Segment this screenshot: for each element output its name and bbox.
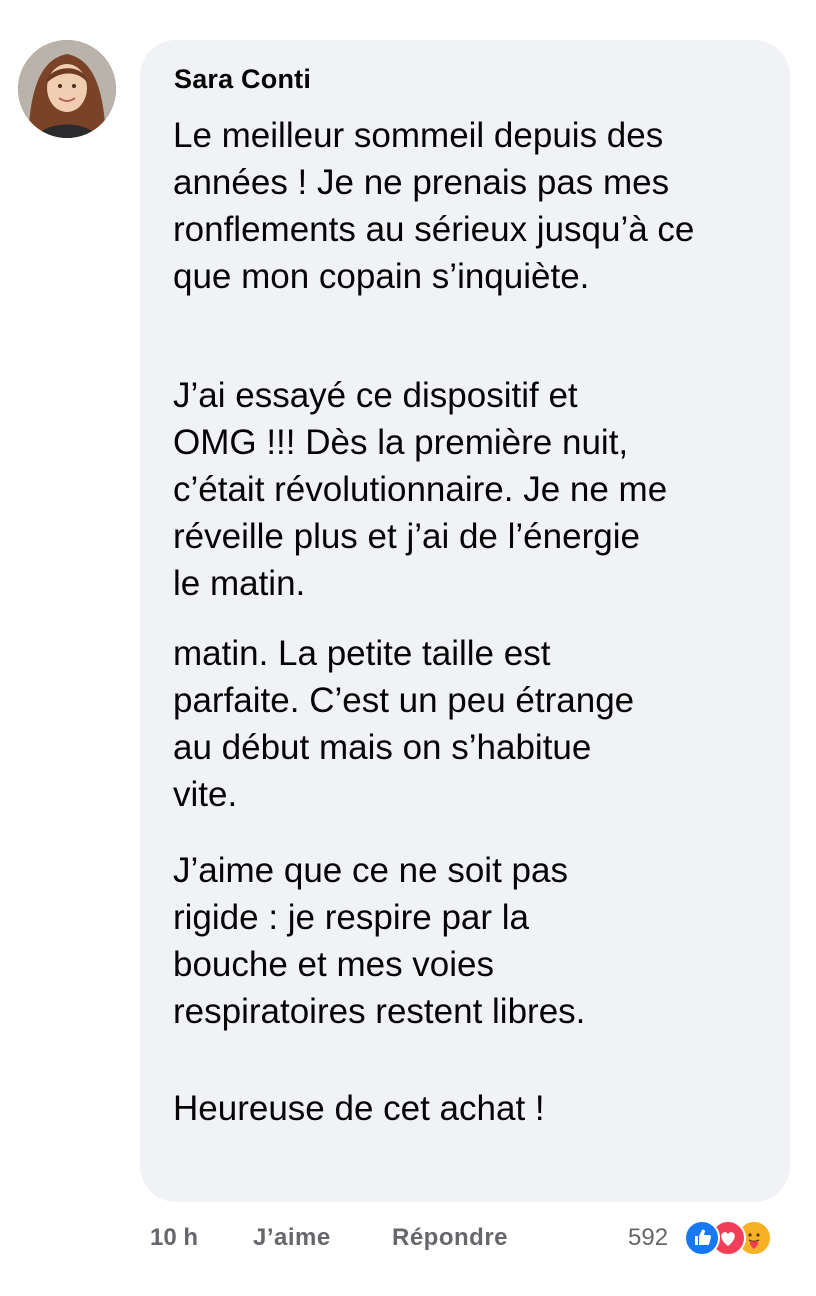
comment-line: ronflements au sérieux jusqu’à ce	[173, 210, 695, 249]
comment-line: que mon copain s’inquiète.	[173, 257, 590, 296]
comment-body: Le meilleur sommeil depuis des années ! …	[173, 112, 778, 1132]
reaction-count[interactable]: 592	[628, 1224, 668, 1252]
reactions-summary[interactable]	[684, 1218, 792, 1258]
comment-line: c’était révolutionnaire. Je ne me	[173, 470, 668, 509]
comment-line: respiratoires restent libres.	[173, 992, 586, 1031]
comment-paragraph: Heureuse de cet achat !	[173, 1085, 778, 1132]
comment-line: années ! Je ne prenais pas mes	[173, 163, 670, 202]
comment-line: réveille plus et j’ai de l’énergie	[173, 517, 640, 556]
comment-line: J’ai essayé ce dispositif et	[173, 376, 578, 415]
comment-line: le matin.	[173, 564, 306, 603]
comment-paragraph: J’ai essayé ce dispositif et OMG !!! Dès…	[173, 372, 778, 607]
comment-line: bouche et mes voies	[173, 945, 495, 984]
comment-line: parfaite. C’est un peu étrange	[173, 681, 635, 720]
reply-button[interactable]: Répondre	[392, 1224, 508, 1252]
avatar[interactable]	[18, 40, 116, 138]
comment-line: matin. La petite taille est	[173, 634, 551, 673]
comment-line: rigide : je respire par la	[173, 898, 529, 937]
like-button[interactable]: J’aime	[253, 1224, 331, 1252]
comment-paragraph: J’aime que ce ne soit pas rigide : je re…	[173, 847, 778, 1035]
comment-paragraph: matin. La petite taille est parfaite. C’…	[173, 630, 778, 818]
comment-actions: 10 h J’aime Répondre 592	[0, 1218, 816, 1258]
comment-line: au début mais on s’habitue	[173, 728, 592, 767]
comment-line: Le meilleur sommeil depuis des	[173, 116, 664, 155]
comment-line: J’aime que ce ne soit pas	[173, 851, 568, 890]
comment-paragraph: Le meilleur sommeil depuis des années ! …	[173, 112, 778, 300]
like-icon	[684, 1220, 720, 1256]
comment-line: vite.	[173, 775, 238, 814]
comment-author[interactable]: Sara Conti	[174, 64, 311, 95]
comment-line: Heureuse de cet achat !	[173, 1089, 545, 1128]
comment-timestamp[interactable]: 10 h	[150, 1224, 198, 1252]
comment-line: OMG !!! Dès la première nuit,	[173, 423, 629, 462]
